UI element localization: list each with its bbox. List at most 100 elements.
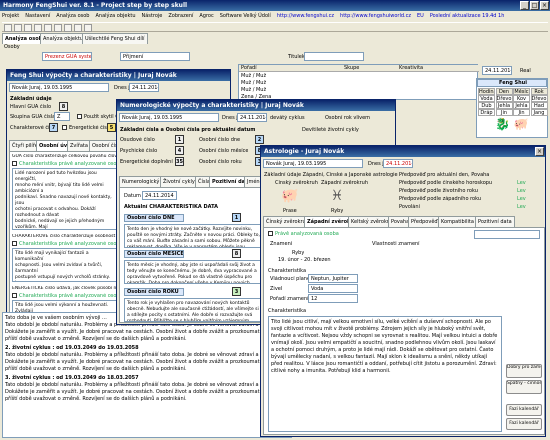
pig-icon: 🐖: [281, 188, 299, 204]
tab-predpoved[interactable]: Předpověď: [408, 216, 441, 227]
checkbox-icon[interactable]: [77, 114, 82, 119]
zodiac-animals-icon: 🐉 🐖: [495, 117, 529, 131]
num-row-label: Osobní číslo dne: [199, 137, 241, 143]
energ-check-wrap[interactable]: Charakteristika právě analyzované osoby: [12, 293, 123, 299]
toolbar: [2, 22, 548, 32]
date-field[interactable]: 24.11.2014: [129, 83, 159, 92]
menu-item[interactable]: Analýza osob: [56, 13, 89, 19]
new-icon[interactable]: [4, 24, 12, 32]
phase-calendar-button[interactable]: Fazi kalendář: [506, 404, 542, 416]
checkbox-icon[interactable]: [268, 231, 273, 236]
print-icon[interactable]: [34, 24, 42, 32]
tab-numerologicky[interactable]: Numerologický: [119, 176, 163, 187]
menu-item[interactable]: http://www.fengshui.cz: [277, 13, 334, 19]
person-select[interactable]: Novák Juraj, 19.03.1995: [119, 113, 219, 122]
person-select[interactable]: Novák Juraj, 19.03.1995: [9, 83, 109, 92]
menu-item[interactable]: Analýza objektu: [95, 13, 135, 19]
tab-zvirata[interactable]: Zvířata: [67, 140, 91, 151]
menu-item[interactable]: Nastavení: [25, 13, 50, 19]
title-input[interactable]: [304, 52, 364, 61]
menu-item[interactable]: http://www.fengshuiworld.cz: [340, 13, 411, 19]
close-icon[interactable]: ×: [535, 147, 544, 156]
predpo-value[interactable]: Lev: [517, 196, 526, 202]
mesic-title: Osobní číslo MĚSÍCE: [124, 250, 184, 258]
mesic-number: 8: [232, 249, 241, 258]
open-icon[interactable]: [14, 24, 22, 32]
good-for-button[interactable]: Dobrý pro zaměry: [506, 364, 542, 378]
num-row-label: Psychické číslo: [120, 148, 158, 154]
analyzed-check[interactable]: Právě analyzovaná osoba: [268, 231, 339, 237]
datum-field[interactable]: 24.11.2014: [142, 191, 177, 200]
date-field[interactable]: 24.11.2014: [237, 113, 267, 122]
gua-system-select[interactable]: Prezenz GUA system: [42, 52, 92, 61]
grid-cell: Dřevo: [495, 95, 513, 102]
date-range: 19. únor - 20. březen: [278, 257, 331, 263]
list-item[interactable]: Muž / Muž: [241, 73, 266, 79]
check-label: Právě analyzovaná osoba: [275, 231, 339, 237]
phase-calendar-button-2[interactable]: Fazi kalendář: [506, 418, 542, 430]
list-item[interactable]: Muž / Muž: [241, 87, 266, 93]
grid-header: Den: [495, 88, 513, 95]
window-title: Feng Shui výpočty a charakteristiky | Ju…: [7, 70, 230, 81]
col-header: Skupe: [344, 65, 360, 71]
tab-zivotni-cykly[interactable]: Životní cykly: [160, 176, 198, 187]
gua-text: Lidé narození pod tuto hvězdou jsou ener…: [12, 168, 118, 230]
close-icon[interactable]: ×: [540, 1, 549, 10]
sign-label: Ryby: [331, 208, 344, 214]
menu-item[interactable]: Projekt: [2, 13, 19, 19]
char-check-label: Charakteristika právě analyzované osoby: [19, 241, 123, 247]
menu-item[interactable]: Agroc: [199, 13, 213, 19]
date-field[interactable]: 24.11.2014: [383, 159, 413, 168]
tab-analyza-objektu[interactable]: Analýza objektu: [40, 33, 87, 44]
predpo-value[interactable]: Lev: [517, 204, 526, 210]
undo-icon[interactable]: [74, 24, 82, 32]
gua-check-wrap[interactable]: Charakteristika právě analyzované osoby: [12, 161, 123, 167]
grid-cell: Jehla: [513, 102, 530, 109]
help-icon[interactable]: [84, 24, 92, 32]
date-field-main[interactable]: 24.11.2014: [482, 66, 512, 75]
checkbox-icon[interactable]: [12, 293, 17, 298]
list-item[interactable]: Muž / Muž: [241, 80, 266, 86]
tab-label: Čínský zvěrokruh: [266, 219, 309, 225]
person-select[interactable]: Novák Juraj, 19.03.1995: [263, 159, 363, 168]
datum-label: Datum: [124, 193, 141, 199]
tab-pozitivni-data[interactable]: Pozitivní data: [475, 216, 515, 227]
grid-cell: Jin: [495, 109, 513, 116]
menu-item[interactable]: Poslední aktualizace 19.4d 1h: [430, 13, 505, 19]
grid-cell: Jang: [530, 109, 548, 116]
window-title-text: Astrologie - Juraj Novák: [264, 148, 345, 155]
char-check-wrap[interactable]: Charakteristika právě analyzované osoby: [12, 241, 123, 247]
menu-item[interactable]: Zobrazení: [168, 13, 193, 19]
predpo-value[interactable]: Lev: [517, 180, 526, 186]
copy-icon[interactable]: [54, 24, 62, 32]
menu-item[interactable]: Software Velký Údolí: [220, 13, 271, 19]
sort-dropdown[interactable]: Přijmení: [120, 52, 190, 61]
minimize-icon[interactable]: _: [520, 1, 529, 10]
checkbox-icon[interactable]: [12, 161, 17, 166]
tab-analyza-osob[interactable]: Analýza osob: [2, 33, 46, 44]
checkbox-icon[interactable]: [12, 241, 17, 246]
window-title-text: Feng Shui výpočty a charakteristiky | Ju…: [10, 72, 177, 79]
text-line: bodnické, nedávají se jejich přehodným v…: [15, 219, 105, 230]
save-icon[interactable]: [24, 24, 32, 32]
num-sections: Osobní číslo DNE 1 Tento den je vhodný k…: [122, 212, 267, 322]
astrology-window: Astrologie - Juraj Novák × Novák Juraj, …: [260, 145, 546, 437]
grid-cell: Kov: [513, 95, 530, 102]
char-text: Tito lidé jsou citliví, mají velkou emot…: [268, 316, 502, 432]
energ-check-label: Charakteristika právě analyzované osoby: [19, 293, 123, 299]
group-field: Z: [54, 112, 70, 121]
tab-kompatibilita[interactable]: Kompatibilita: [438, 216, 477, 227]
menu-item[interactable]: EU: [417, 13, 424, 19]
menu-item[interactable]: Nástroje: [142, 13, 163, 19]
filter-field[interactable]: [474, 230, 540, 239]
section-title: Základní údaje Západní, Čínské a Japonsk…: [264, 172, 398, 178]
text-line: podnikaví. Snadno navazují nové kontakty…: [15, 195, 112, 206]
maximize-icon[interactable]: □: [530, 1, 539, 10]
tab-feng-shui[interactable]: Ušlechtilé Feng Shui dílí: [82, 33, 148, 44]
predpo-value[interactable]: Lev: [517, 188, 526, 194]
bad-activity-button[interactable]: Spatný - činnosti: [506, 380, 542, 394]
cut-icon[interactable]: [44, 24, 52, 32]
person-list[interactable]: Pořadí Skupe Kreativita Muž / Muž Muž / …: [238, 64, 479, 100]
gua-label: Hlavní GUA číslo: [10, 104, 52, 110]
paste-icon[interactable]: [64, 24, 72, 32]
